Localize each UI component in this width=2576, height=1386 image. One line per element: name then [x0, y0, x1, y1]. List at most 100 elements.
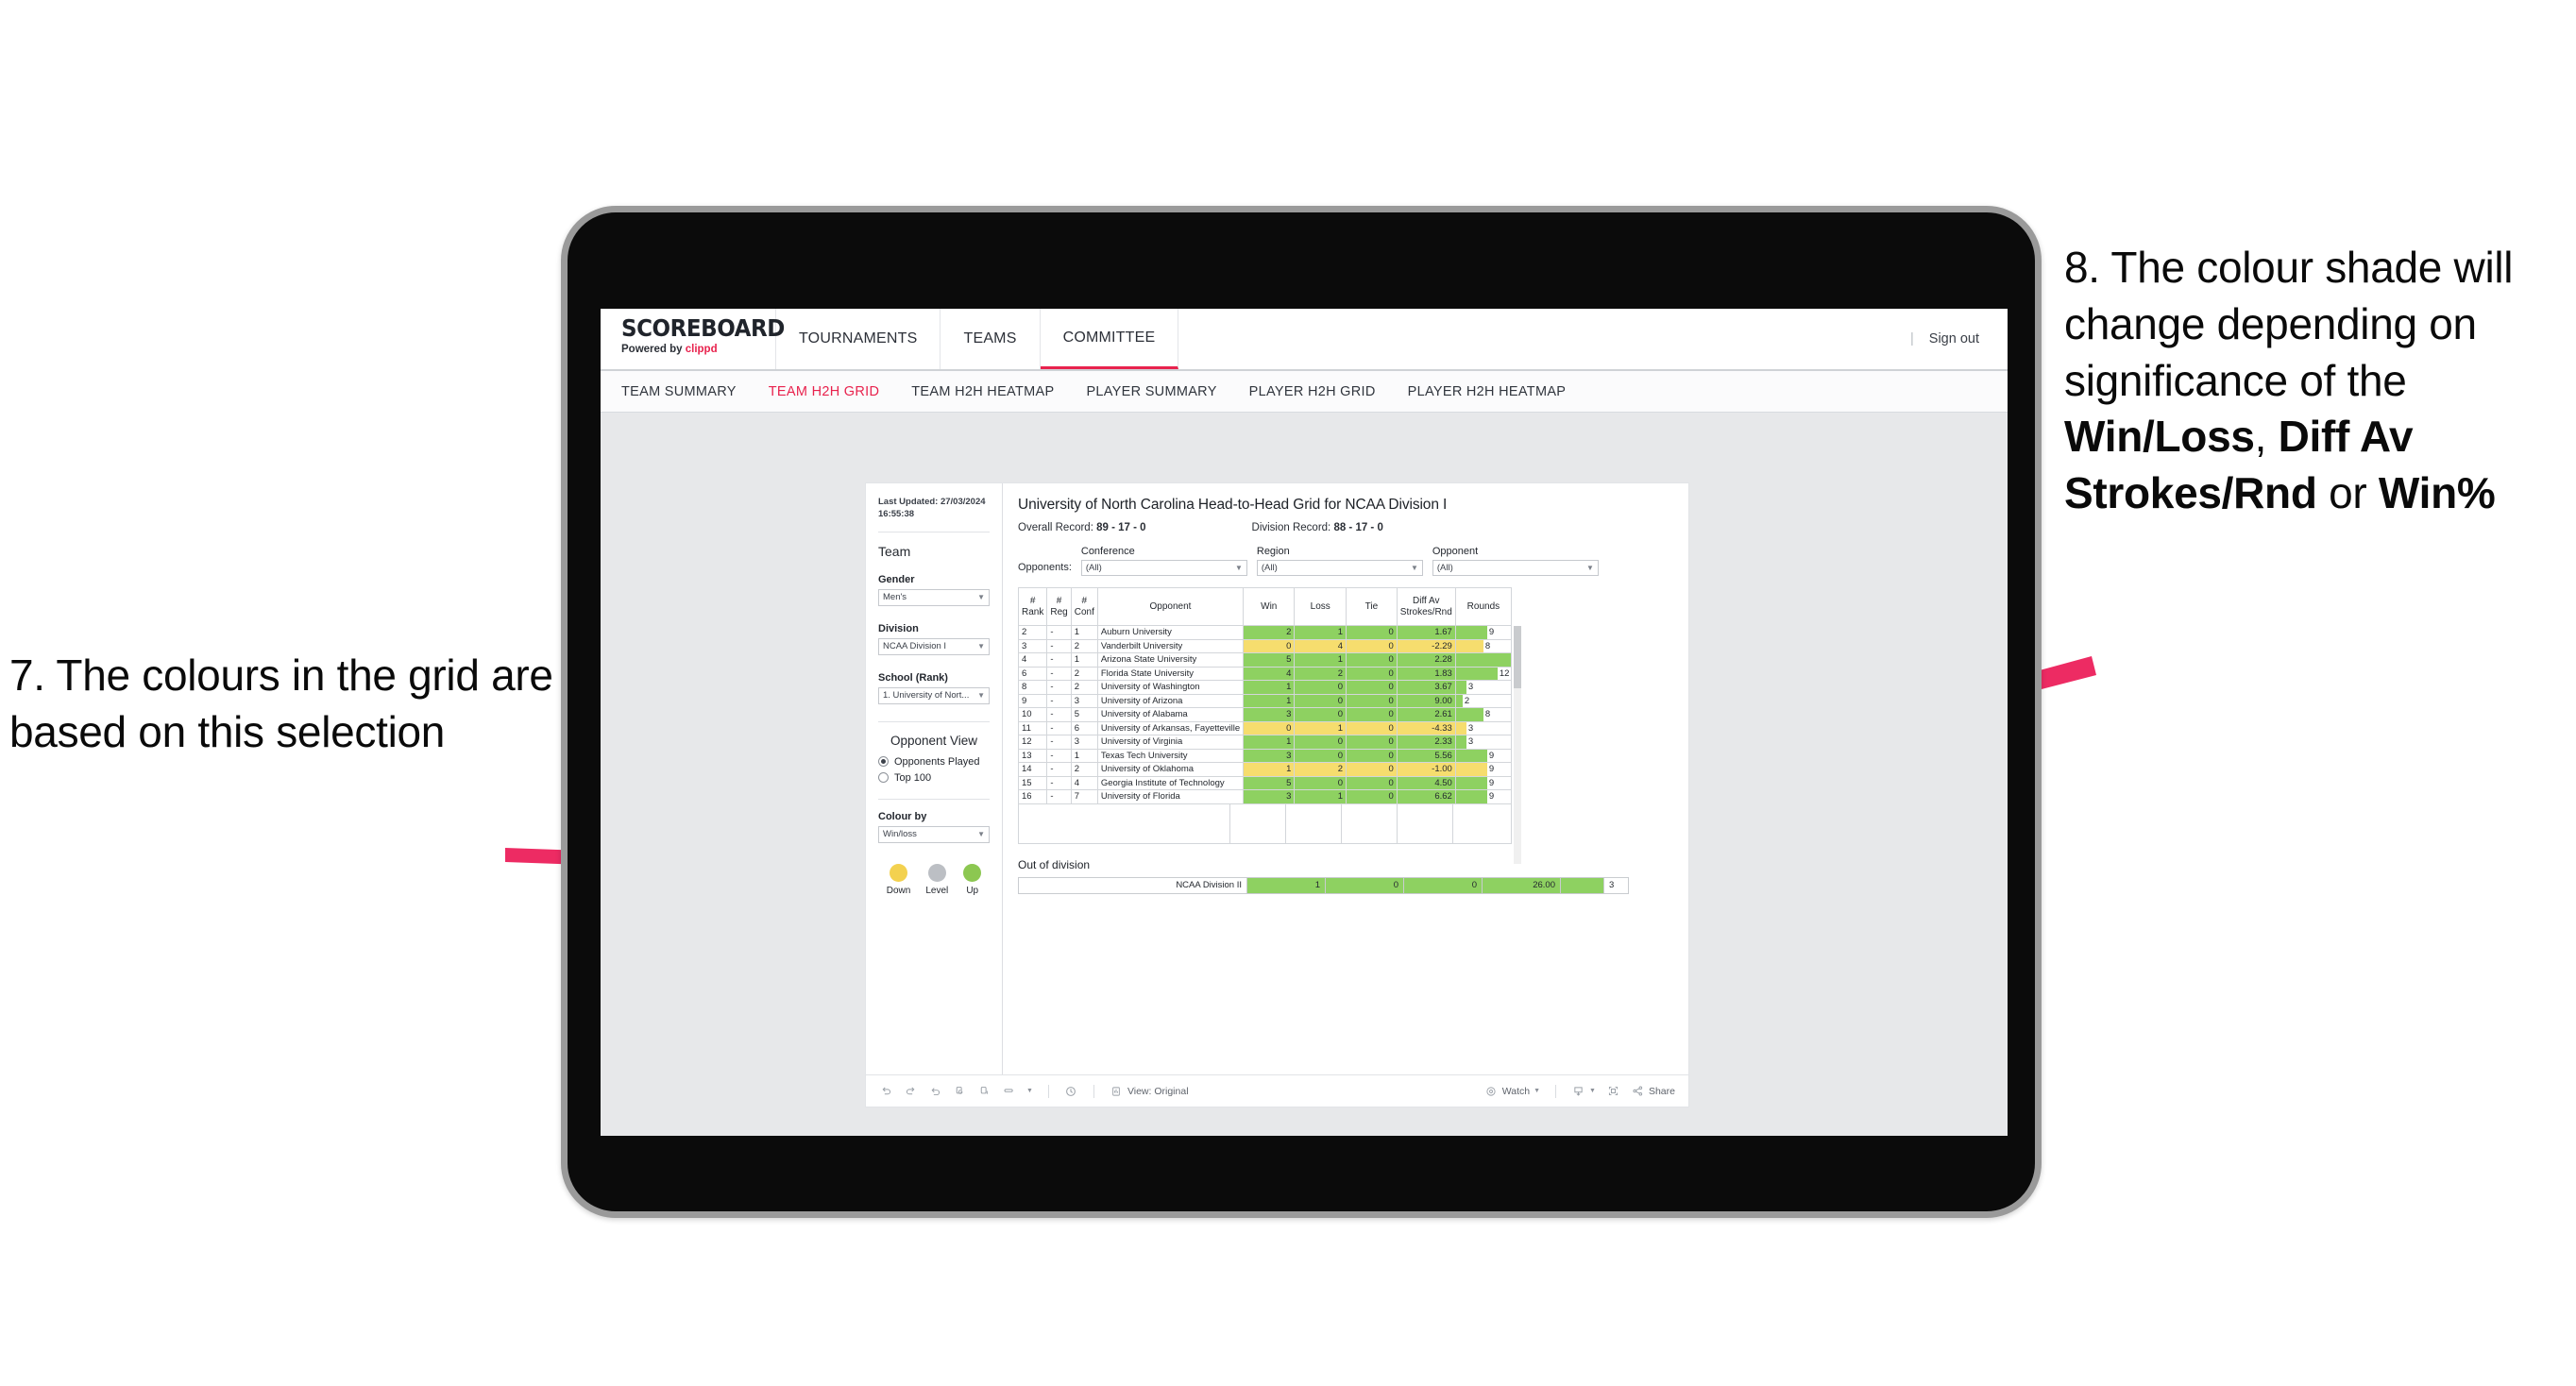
cell-win: 1	[1243, 693, 1296, 708]
redo-icon[interactable]	[904, 1084, 918, 1098]
radio-top-100[interactable]: Top 100	[878, 772, 990, 784]
watch-button[interactable]: Watch ▼	[1484, 1084, 1540, 1098]
school-select[interactable]: 1. University of Nort... ▼	[878, 686, 990, 704]
divider	[878, 798, 990, 800]
table-row[interactable]: 14-2 University of Oklahoma 1 2 0 -1.00 9	[1017, 762, 1513, 777]
clippd-brand: clippd	[685, 344, 718, 355]
signout-link[interactable]: Sign out	[1929, 331, 1979, 346]
cell-rank: 16	[1017, 789, 1048, 804]
tab-player-h2h-grid[interactable]: PLAYER H2H GRID	[1249, 384, 1376, 399]
colour-by-select[interactable]: Win/loss ▼	[878, 825, 990, 843]
col-tie[interactable]: Tie	[1346, 587, 1398, 626]
cell-win: 2	[1243, 625, 1296, 640]
cell-reg: -	[1046, 720, 1072, 735]
rounds-bar	[1456, 639, 1483, 652]
table-row[interactable]: 15-4 Georgia Institute of Technology 5 0 0 4.…	[1017, 775, 1513, 790]
col-rank[interactable]: # Rank	[1017, 587, 1048, 626]
cell-tie: 0	[1346, 762, 1398, 777]
cell-diff: -4.33	[1396, 720, 1456, 735]
cell-loss: 1	[1294, 625, 1347, 640]
cell-diff: 9.00	[1396, 693, 1456, 708]
cell-rounds: 3	[1454, 720, 1513, 735]
cell-reg: -	[1046, 625, 1072, 640]
tab-team-h2h-grid[interactable]: TEAM H2H GRID	[769, 384, 880, 399]
tab-team-h2h-heatmap[interactable]: TEAM H2H HEATMAP	[911, 384, 1054, 399]
cell-reg: -	[1046, 707, 1072, 722]
cell-opponent: Florida State University	[1096, 666, 1245, 681]
rounds-value: 9	[1488, 777, 1495, 788]
undo-icon[interactable]	[879, 1084, 893, 1098]
main-navigation: TOURNAMENTS TEAMS COMMITTEE	[775, 309, 1179, 369]
table-row[interactable]: 2-1 Auburn University 2 1 0 1.67 9	[1017, 625, 1513, 640]
tab-player-summary[interactable]: PLAYER SUMMARY	[1086, 384, 1216, 399]
view-original-label: View: Original	[1127, 1085, 1189, 1097]
gender-select[interactable]: Men's ▼	[878, 588, 990, 606]
conference-value: (All)	[1085, 563, 1102, 573]
share-button[interactable]: Share	[1631, 1084, 1675, 1098]
cell-tie: 0	[1346, 625, 1398, 640]
cell-reg: -	[1046, 680, 1072, 695]
nav-item-tournaments[interactable]: TOURNAMENTS	[775, 309, 941, 369]
table-row[interactable]: 12-3 University of Virginia 1 0 0 2.33 3	[1017, 735, 1513, 750]
opponent-select[interactable]: (All) ▼	[1432, 560, 1599, 576]
nav-item-committee[interactable]: COMMITTEE	[1040, 309, 1179, 369]
revert-icon[interactable]	[928, 1084, 942, 1098]
opponent-value: (All)	[1436, 563, 1453, 573]
col-diff[interactable]: Diff Av Strokes/Rnd	[1396, 587, 1456, 626]
table-row[interactable]: 6-2 Florida State University 4 2 0 1.83 12	[1017, 666, 1513, 681]
tab-team-summary[interactable]: TEAM SUMMARY	[621, 384, 737, 399]
table-row[interactable]: 3-2 Vanderbilt University 0 4 0 -2.29 8	[1017, 638, 1513, 653]
radio-opponents-played[interactable]: Opponents Played	[878, 756, 990, 768]
col-conf[interactable]: # Conf	[1070, 587, 1098, 626]
undo-history-icon[interactable]	[1064, 1084, 1078, 1098]
table-row[interactable]: 10-5 University of Alabama 3 0 0 2.61 8	[1017, 707, 1513, 722]
col-loss[interactable]: Loss	[1294, 587, 1347, 626]
division-select[interactable]: NCAA Division I ▼	[878, 637, 990, 655]
opponent-field: Opponent (All) ▼	[1432, 546, 1599, 576]
cell-tie: 0	[1346, 707, 1398, 722]
cell-rounds: 9	[1454, 625, 1513, 640]
cell-opponent: Texas Tech University	[1096, 748, 1245, 763]
refresh-icon[interactable]	[953, 1084, 967, 1098]
division-field: Division NCAA Division I ▼	[878, 623, 990, 655]
rounds-value: 3	[1467, 736, 1474, 747]
col-opponent[interactable]: Opponent	[1096, 587, 1245, 626]
out-of-division-row[interactable]: NCAA Division II 1 0 0 26.00 3	[1018, 876, 1629, 894]
pan-icon[interactable]	[1002, 1084, 1016, 1098]
table-row[interactable]: 13-1 Texas Tech University 3 0 0 5.56 9	[1017, 748, 1513, 763]
col-win[interactable]: Win	[1243, 587, 1296, 626]
fullscreen-icon[interactable]	[1606, 1084, 1620, 1098]
table-scrollbar[interactable]	[1514, 626, 1521, 864]
cell-loss: 0	[1294, 735, 1347, 750]
cell-rank: 10	[1017, 707, 1048, 722]
screenshot-root: 7. The colours in the grid are based on …	[0, 0, 2576, 1386]
col-rounds[interactable]: Rounds	[1454, 587, 1513, 626]
col-reg[interactable]: # Reg	[1046, 587, 1072, 626]
scrollbar-thumb[interactable]	[1514, 626, 1521, 688]
download-icon	[1571, 1084, 1585, 1098]
rounds-value: 2	[1464, 695, 1470, 706]
out-of-division-body: NCAA Division II 1 0 0 26.00 3	[1018, 876, 1629, 894]
region-field: Region (All) ▼	[1256, 546, 1423, 576]
region-select[interactable]: (All) ▼	[1256, 560, 1423, 576]
table-row[interactable]: 11-6 University of Arkansas, Fayetteville…	[1017, 720, 1513, 735]
colour-by-field: Colour by Win/loss ▼	[878, 811, 990, 843]
chevron-down-icon[interactable]: ▼	[1026, 1088, 1033, 1094]
view-original-button[interactable]: View: Original	[1110, 1084, 1189, 1098]
table-row[interactable]: 9-3 University of Arizona 1 0 0 9.00 2	[1017, 693, 1513, 708]
team-section-title: Team	[878, 543, 911, 559]
rounds-value: 9	[1488, 750, 1495, 761]
nav-item-teams[interactable]: TEAMS	[941, 309, 1041, 369]
cell-tie: 0	[1346, 693, 1398, 708]
cell-conf: 3	[1070, 693, 1098, 708]
table-row[interactable]: 4-1Arizona State University5102.2817	[1017, 652, 1513, 668]
pause-icon[interactable]	[977, 1084, 991, 1098]
cell-loss: 1	[1294, 789, 1347, 804]
cell-win: 5	[1243, 775, 1296, 790]
blank-cell	[1019, 803, 1230, 843]
download-button[interactable]: ▼	[1571, 1084, 1596, 1098]
conference-select[interactable]: (All) ▼	[1080, 560, 1247, 576]
table-row[interactable]: 8-2 University of Washington 1 0 0 3.67 3	[1017, 680, 1513, 695]
table-row[interactable]: 16-7 University of Florida 3 1 0 6.62 9	[1017, 789, 1513, 804]
tab-player-h2h-heatmap[interactable]: PLAYER H2H HEATMAP	[1408, 384, 1567, 399]
